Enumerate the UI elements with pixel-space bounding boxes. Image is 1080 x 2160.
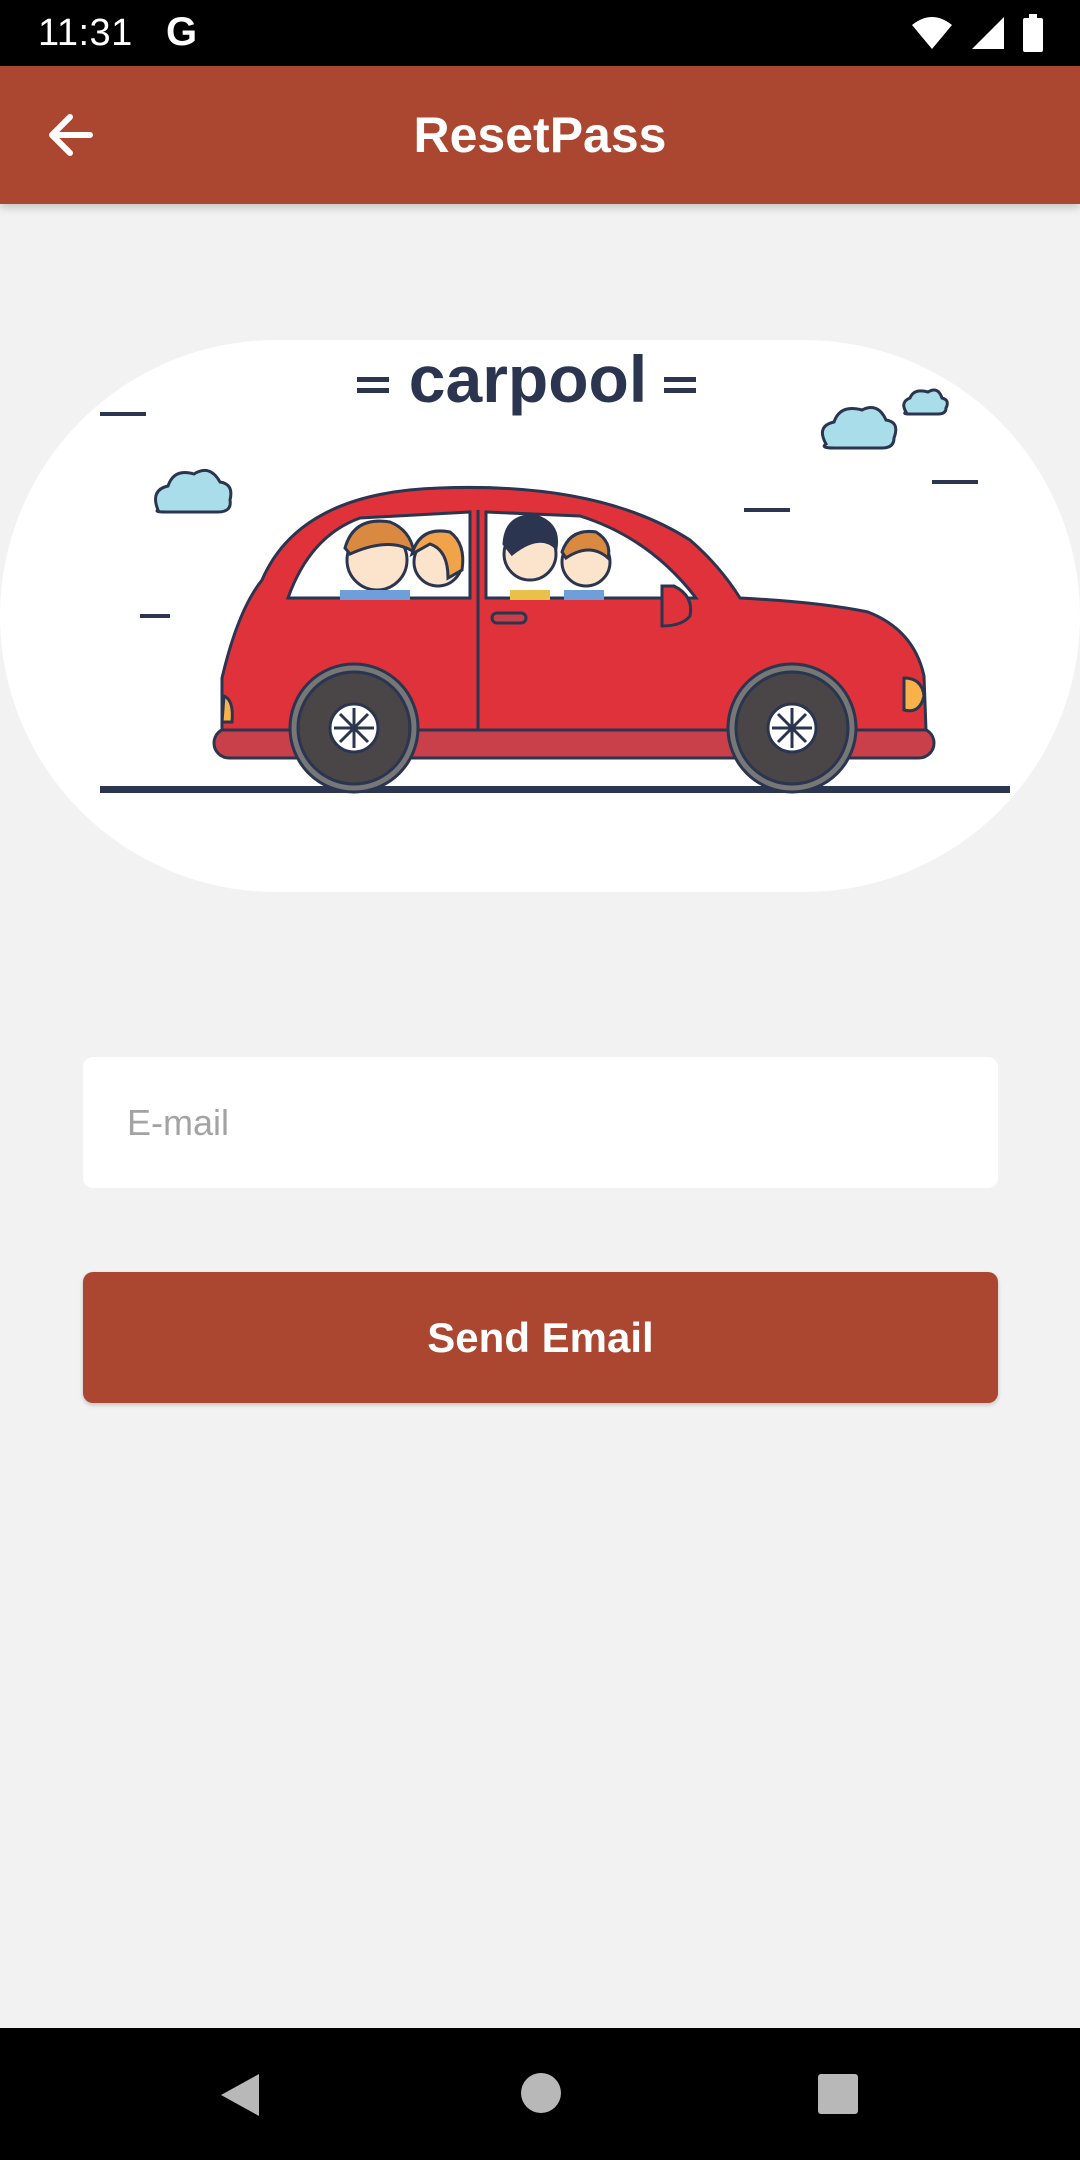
nav-home-button[interactable] [520, 2072, 562, 2119]
page-title: ResetPass [413, 107, 667, 163]
battery-icon [1023, 14, 1043, 52]
circle-home-icon [521, 2073, 561, 2113]
carpool-illustration: carpool [0, 340, 1080, 892]
arrow-back-icon [49, 114, 93, 156]
app-bar: ResetPass [0, 66, 1080, 204]
square-recents-icon [818, 2074, 858, 2114]
carpool-image: carpool [0, 340, 1080, 892]
signal-icon [972, 17, 1004, 49]
google-icon: G [166, 10, 198, 54]
status-icons [910, 14, 1044, 52]
nav-back-button[interactable] [219, 2072, 261, 2123]
status-bar: 11:31 G [0, 0, 1080, 66]
navigation-bar [0, 2028, 1080, 2160]
email-field[interactable] [83, 1057, 998, 1188]
status-time: 11:31 [38, 12, 133, 54]
send-email-button[interactable]: Send Email [83, 1272, 998, 1403]
nav-recents-button[interactable] [818, 2074, 858, 2119]
back-button[interactable] [30, 102, 110, 168]
carpool-logo: carpool [357, 342, 696, 416]
triangle-back-icon [221, 2074, 259, 2116]
carpool-logo-text: carpool [409, 342, 647, 416]
wifi-icon [912, 17, 952, 49]
